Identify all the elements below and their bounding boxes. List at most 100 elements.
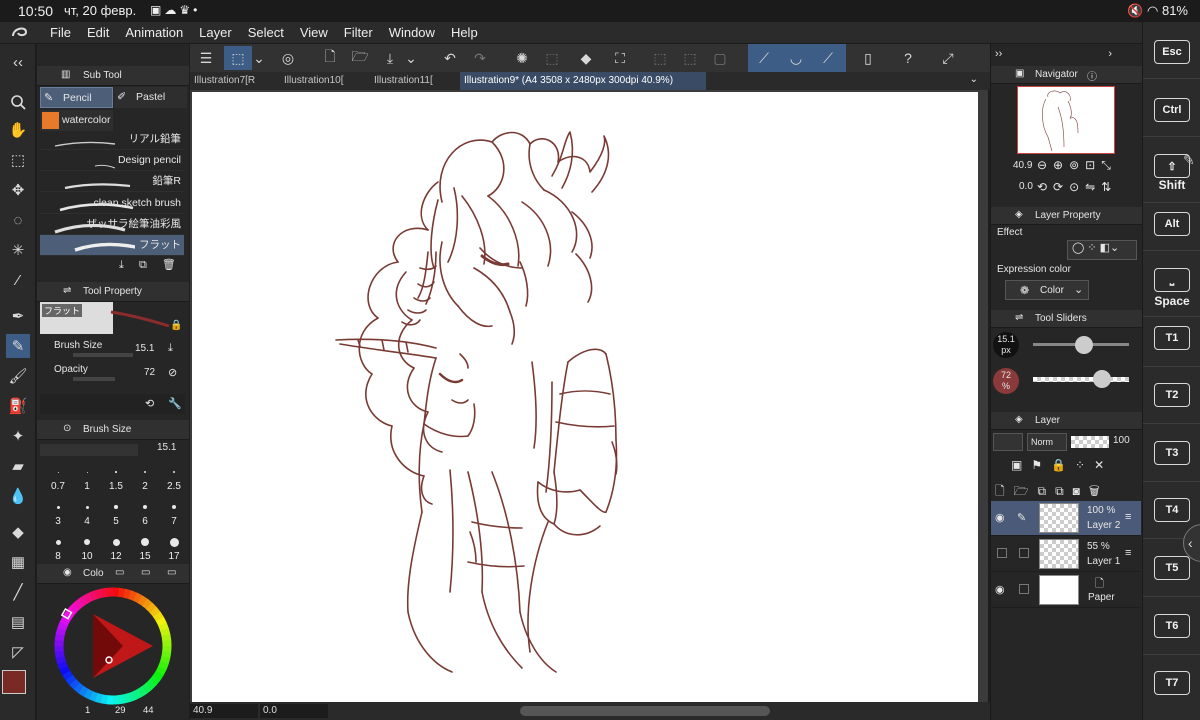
hue-segment[interactable] bbox=[146, 602, 158, 614]
slider-knob[interactable] bbox=[1093, 370, 1112, 388]
hue-segment[interactable] bbox=[155, 616, 167, 627]
space-key-icon[interactable]: ⎵ bbox=[1154, 268, 1190, 292]
navigator-preview[interactable] bbox=[1017, 86, 1115, 154]
gradient-tool-icon[interactable]: ▦ bbox=[6, 550, 30, 574]
effect-buttons[interactable]: ◯ ⁘ ◧⌄ bbox=[1067, 240, 1137, 260]
brush-size-preset-label[interactable]: 7 bbox=[160, 516, 188, 527]
menu-layer[interactable]: Layer bbox=[199, 25, 232, 40]
device-icon[interactable]: ▯ bbox=[856, 46, 880, 70]
fill-tool-icon[interactable]: ◆ bbox=[6, 520, 30, 544]
tab-illustration11[interactable]: Illustration11[ bbox=[370, 72, 456, 90]
brush-size-preset-dot[interactable] bbox=[141, 538, 149, 546]
reset-icon[interactable]: ⟲ bbox=[145, 397, 154, 410]
brush-size-preset-label[interactable]: 10 bbox=[73, 551, 101, 562]
lasso-tool-icon[interactable]: ◌ bbox=[6, 208, 30, 232]
hue-segment[interactable] bbox=[149, 606, 161, 618]
layer-opacity-slider[interactable] bbox=[1071, 436, 1109, 448]
angle-field[interactable]: 0.0 bbox=[260, 704, 290, 718]
invert-selection-icon[interactable]: ⬚ bbox=[678, 46, 702, 70]
brush-size-preset-label[interactable]: 1.5 bbox=[102, 481, 130, 492]
main-color-swatch[interactable] bbox=[2, 670, 26, 694]
group-pastel[interactable]: ✐ Pastel bbox=[114, 87, 187, 108]
hue-segment[interactable] bbox=[152, 670, 164, 682]
copy-icon[interactable]: ⧉ bbox=[139, 259, 147, 271]
operation-tool-icon[interactable]: ⬚ bbox=[6, 148, 30, 172]
brush-size-preset-dot[interactable] bbox=[86, 471, 88, 473]
save-chevron-icon[interactable]: ⌄ bbox=[404, 46, 418, 70]
group-pencil[interactable]: ✎ Pencil bbox=[40, 87, 113, 108]
brush-size-preset-dot[interactable] bbox=[55, 539, 61, 545]
hue-segment[interactable] bbox=[141, 682, 153, 694]
clear-icon[interactable]: ⬚ bbox=[540, 46, 564, 70]
brush-size-preset-dot[interactable] bbox=[85, 505, 89, 509]
hue-segment[interactable] bbox=[153, 611, 165, 623]
brush-size-preset-dot[interactable] bbox=[112, 538, 120, 546]
brush-size-preset-dot[interactable] bbox=[172, 470, 176, 474]
brush-size-preset-label[interactable]: 0.7 bbox=[44, 481, 72, 492]
transform-icon[interactable]: ⛶ bbox=[608, 46, 632, 70]
download-icon[interactable]: ⤓ bbox=[119, 259, 124, 271]
save-icon[interactable]: ⤓ bbox=[378, 46, 402, 70]
hue-segment[interactable] bbox=[118, 587, 127, 598]
zoom-tool-icon[interactable] bbox=[6, 90, 30, 114]
menu-edit[interactable]: Edit bbox=[87, 25, 109, 40]
brush-size-preset-label[interactable]: 4 bbox=[73, 516, 101, 527]
layer-toolbar[interactable]: ▣⚑🔒⁘✕ bbox=[1011, 458, 1113, 472]
layer-opacity-value[interactable]: 100 bbox=[1113, 435, 1130, 446]
chevron-down-icon[interactable]: ⌄ bbox=[252, 46, 266, 70]
quick-access-icon[interactable]: ⬚ bbox=[224, 46, 252, 70]
hue-segment[interactable] bbox=[149, 675, 161, 686]
fill-icon[interactable]: ◆ bbox=[574, 46, 598, 70]
navigator-rotation-value[interactable]: 0.0 bbox=[1019, 181, 1033, 192]
zoom-slider[interactable] bbox=[220, 704, 258, 718]
hue-segment[interactable] bbox=[88, 690, 98, 702]
brush-size-slider[interactable] bbox=[73, 353, 133, 357]
right-collapse-icon[interactable]: ›› bbox=[995, 48, 1002, 60]
layer-row-paper[interactable]: ◉ 🗋 Paper bbox=[991, 573, 1141, 608]
hue-segment[interactable] bbox=[161, 633, 172, 642]
opacity-value[interactable]: 72 bbox=[144, 367, 155, 378]
menu-file[interactable]: File bbox=[50, 25, 71, 40]
help-icon[interactable]: ? bbox=[896, 46, 920, 70]
hue-segment[interactable] bbox=[137, 595, 149, 607]
tab-illustration7[interactable]: Illustration7[R bbox=[190, 72, 276, 90]
brush-size-preset-label[interactable]: 5 bbox=[102, 516, 130, 527]
hue-segment[interactable] bbox=[73, 598, 85, 610]
layer-actions[interactable]: 🗋🗁⧉⧉◙🗑 bbox=[995, 482, 1109, 503]
redo-icon[interactable]: ↷ bbox=[468, 46, 492, 70]
airbrush-tool-icon[interactable]: ⛽ bbox=[6, 394, 30, 418]
hue-segment[interactable] bbox=[78, 594, 90, 606]
eye-icon[interactable]: ◉ bbox=[995, 511, 1005, 524]
hue-segment[interactable] bbox=[54, 650, 65, 659]
hue-segment[interactable] bbox=[89, 590, 99, 601]
hue-segment[interactable] bbox=[100, 587, 109, 598]
brush-tool-icon[interactable]: 🖌 bbox=[6, 364, 30, 388]
hue-segment[interactable] bbox=[133, 592, 144, 604]
snap-special-ruler-icon[interactable]: ◡ bbox=[784, 46, 808, 70]
t6-key[interactable]: T6 bbox=[1154, 614, 1190, 638]
pen-icon[interactable]: ✎ bbox=[1017, 511, 1026, 524]
hue-segment[interactable] bbox=[145, 679, 157, 691]
open-file-icon[interactable]: 🗁 bbox=[348, 46, 372, 70]
hue-segment[interactable] bbox=[68, 678, 80, 690]
layer-menu-icon[interactable]: ≡ bbox=[1125, 547, 1131, 559]
hue-segment[interactable] bbox=[160, 627, 171, 637]
tab-illustration9[interactable]: Illustration9* (A4 3508 x 2480px 300dpi … bbox=[460, 72, 706, 90]
app-logo-icon[interactable] bbox=[10, 24, 30, 42]
brush-size-preset-dot[interactable] bbox=[84, 539, 90, 545]
hue-segment[interactable] bbox=[142, 598, 153, 610]
trash-icon[interactable]: 🗑 bbox=[162, 259, 176, 271]
edit-checkbox[interactable] bbox=[1019, 584, 1029, 594]
edit-checkbox[interactable] bbox=[1019, 548, 1029, 558]
tool-slider-size[interactable] bbox=[1033, 336, 1129, 354]
brush-size-preset-dot[interactable] bbox=[57, 471, 59, 473]
hue-segment[interactable] bbox=[99, 694, 108, 705]
hue-segment[interactable] bbox=[117, 694, 126, 705]
t3-key[interactable]: T3 bbox=[1154, 441, 1190, 465]
esc-key[interactable]: Esc bbox=[1154, 40, 1190, 64]
show-selection-icon[interactable]: ▢ bbox=[708, 46, 732, 70]
new-file-icon[interactable]: 🗋 bbox=[318, 46, 342, 70]
brush-size-preset-label[interactable]: 2.5 bbox=[160, 481, 188, 492]
hue-segment[interactable] bbox=[83, 592, 94, 604]
brush-size-preset-label[interactable]: 8 bbox=[44, 551, 72, 562]
